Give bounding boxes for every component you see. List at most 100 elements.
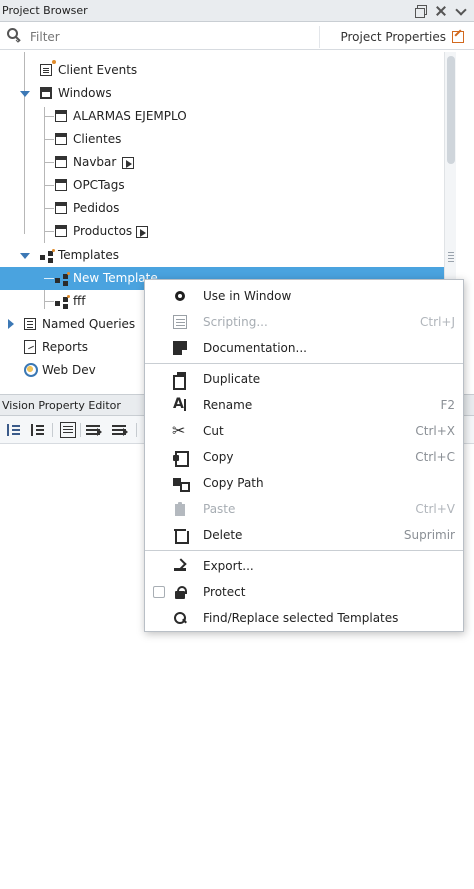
tree-branch [44,301,54,302]
templates-icon [40,249,55,263]
project-browser-window-controls [414,4,474,18]
window-icon [55,156,67,168]
window-icon [55,225,67,237]
tree-item-label: Named Queries [42,317,136,331]
expand-caret-icon[interactable] [8,319,14,329]
context-menu: Use in Window Scripting... Ctrl+J Docume… [144,279,464,632]
filter-input[interactable] [28,28,182,45]
filter-properties-icon[interactable] [86,422,102,438]
tree-scrollbar-grip[interactable] [448,252,454,262]
tree-branch [44,139,54,140]
menu-item-label: Cut [203,424,224,438]
menu-item-label: Export... [203,559,254,573]
menu-item-label: Paste [203,502,236,516]
template-icon-dot [67,295,70,298]
tree-branch [44,278,54,279]
menu-separator [145,550,463,551]
menu-item-label: Scripting... [203,315,268,329]
window-icon [55,179,67,191]
menu-item-use-in-window[interactable]: Use in Window [145,283,463,309]
tree-item-opctags[interactable]: OPCTags [0,174,458,197]
template-icon-square [55,278,60,283]
toolbar-separator [52,423,53,437]
menu-item-scripting[interactable]: Scripting... Ctrl+J [145,309,463,335]
template-icon-square [63,304,68,309]
open-window-icon[interactable] [122,157,134,169]
menu-item-delete[interactable]: Delete Suprimir [145,522,463,548]
menu-item-copy[interactable]: Copy Ctrl+C [145,444,463,470]
sort-descending-icon[interactable] [30,422,46,438]
menu-item-protect[interactable]: Protect [145,579,463,605]
menu-item-shortcut: Suprimir [403,528,455,542]
tree-item-windows[interactable]: Windows [0,82,458,105]
tree-item-label: OPCTags [73,178,125,192]
open-window-icon[interactable] [136,226,148,238]
tree-item-label: Pedidos [73,201,120,215]
menu-item-label: Use in Window [203,289,292,303]
template-icon [55,272,70,286]
tree-item-templates[interactable]: Templates [0,244,458,267]
tree-item-label: ALARMAS EJEMPLO [73,109,187,123]
binding-properties-icon[interactable] [112,422,128,438]
project-properties-button[interactable]: Project Properties [340,30,474,44]
menu-item-label: Find/Replace selected Templates [203,611,399,625]
menu-item-copy-path[interactable]: Copy Path [145,470,463,496]
menu-item-label: Copy [203,450,234,464]
menu-item-label: Delete [203,528,243,542]
templates-icon-dot [52,249,55,252]
expand-caret-icon[interactable] [20,91,30,97]
tree-scrollbar-thumb[interactable] [447,56,455,164]
template-icon [55,295,70,309]
window-icon [55,133,67,145]
tree-item-label: Productos [73,224,133,238]
property-table-icon[interactable] [60,422,76,438]
templates-icon-square [40,255,45,260]
delete-icon [173,528,189,544]
menu-item-find-replace[interactable]: Find/Replace selected Templates [145,605,463,631]
tree-item-clientes[interactable]: Clientes [0,128,458,151]
restore-icon[interactable] [414,4,428,18]
close-icon[interactable] [434,4,448,18]
menu-item-shortcut: Ctrl+X [415,424,455,438]
tree-item-label: fff [73,294,86,308]
copy-path-icon [173,476,190,492]
window-icon [55,202,67,214]
menu-item-paste[interactable]: Paste Ctrl+V [145,496,463,522]
expand-caret-icon[interactable] [20,253,30,259]
move-icon [173,289,187,303]
menu-item-label: Duplicate [203,372,261,386]
reports-icon [24,340,36,354]
tree-item-label: Windows [58,86,112,100]
named-queries-icon [24,318,36,330]
cut-icon [172,421,187,440]
tree-item-navbar[interactable]: Navbar [0,151,458,174]
menu-item-rename[interactable]: Rename F2 [145,392,463,418]
menu-separator [145,363,463,364]
sort-ascending-icon[interactable] [6,422,22,438]
search-icon [6,27,22,46]
protect-checkbox[interactable] [153,586,165,598]
menu-item-export[interactable]: Export... [145,553,463,579]
tree-item-productos[interactable]: Productos [0,220,458,243]
project-properties-label: Project Properties [340,29,446,44]
filter-row: Project Properties [0,24,474,50]
templates-icon-square [48,258,53,263]
tree-item-client-events[interactable]: Client Events [0,59,458,82]
menu-item-label: Rename [203,398,253,412]
menu-item-duplicate[interactable]: Duplicate [145,366,463,392]
paste-icon [173,502,187,516]
menu-item-cut[interactable]: Cut Ctrl+X [145,418,463,444]
template-icon-square [55,301,60,306]
project-browser-title: Project Browser [2,4,88,17]
menu-item-label: Documentation... [203,341,307,355]
menu-item-label: Protect [203,585,246,599]
filter-field[interactable] [0,25,320,48]
copy-icon [173,450,189,467]
tree-item-label: Navbar [73,155,117,169]
tree-item-pedidos[interactable]: Pedidos [0,197,458,220]
vision-property-editor-title: Vision Property Editor [2,398,121,412]
menu-item-documentation[interactable]: Documentation... [145,335,463,361]
documentation-icon [173,341,187,355]
chevron-down-icon[interactable] [454,4,468,18]
tree-item-alarmas-ejemplo[interactable]: ALARMAS EJEMPLO [0,105,458,128]
